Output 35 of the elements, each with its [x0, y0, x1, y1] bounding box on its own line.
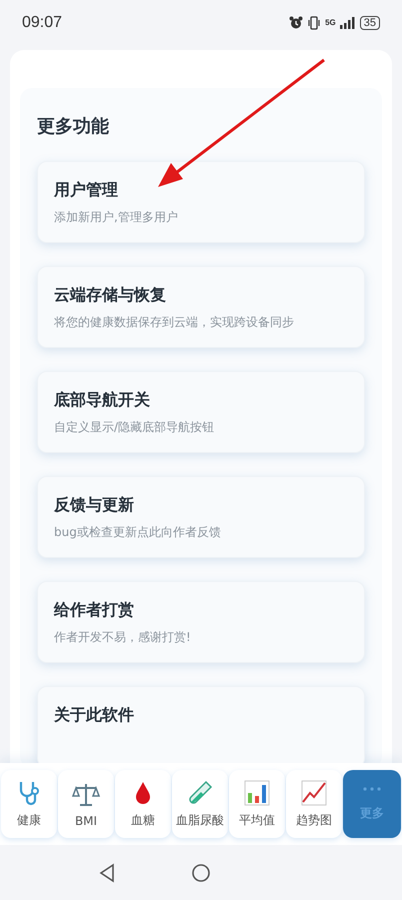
home-icon[interactable] [190, 862, 211, 882]
menu-card[interactable]: 反馈与更新 bug或检查更新点此向作者反馈 [37, 476, 365, 558]
alarm-icon [289, 16, 304, 30]
menu-card[interactable]: 底部导航开关 自定义显示/隐藏底部导航按钮 [37, 371, 365, 453]
section-title: 更多功能 [37, 115, 110, 138]
back-icon[interactable] [98, 862, 116, 882]
card-title: 反馈与更新 [54, 495, 134, 516]
signal-icon [340, 16, 356, 28]
nav-tab[interactable]: 健康 [1, 770, 57, 838]
card-title: 云端存储与恢复 [54, 285, 166, 306]
card-subtitle: 自定义显示/隐藏底部导航按钮 [54, 419, 214, 436]
network-type: 5G [325, 18, 336, 27]
nav-tab[interactable]: 血糖 [115, 770, 171, 838]
vibrate-icon [307, 16, 322, 30]
battery-level: 35 [360, 16, 380, 30]
status-time: 09:07 [22, 14, 62, 32]
more-icon [363, 786, 381, 790]
menu-card[interactable]: 关于此软件 [37, 686, 365, 763]
card-subtitle: 添加新用户,管理多用户 [54, 209, 178, 226]
card-title: 关于此软件 [54, 705, 134, 726]
line-chart-icon [300, 779, 328, 807]
card-subtitle: 作者开发不易，感谢打赏! [54, 629, 191, 646]
nav-tab[interactable]: 血脂尿酸 [172, 770, 228, 838]
menu-card[interactable]: 云端存储与恢复 将您的健康数据保存到云端，实现跨设备同步 [37, 266, 365, 348]
nav-tab[interactable]: 平均值 [229, 770, 285, 838]
card-title: 底部导航开关 [54, 390, 150, 411]
card-title: 用户管理 [54, 180, 118, 201]
card-subtitle: 将您的健康数据保存到云端，实现跨设备同步 [54, 314, 294, 331]
menu-card[interactable]: 用户管理 添加新用户,管理多用户 [37, 161, 365, 243]
card-title: 给作者打赏 [54, 600, 134, 621]
nav-tab[interactable]: BMI [58, 770, 114, 838]
card-subtitle: bug或检查更新点此向作者反馈 [54, 524, 221, 541]
bar-chart-icon [243, 779, 271, 807]
menu-card[interactable]: 给作者打赏 作者开发不易，感谢打赏! [37, 581, 365, 663]
nav-tab[interactable]: 趋势图 [286, 770, 342, 838]
